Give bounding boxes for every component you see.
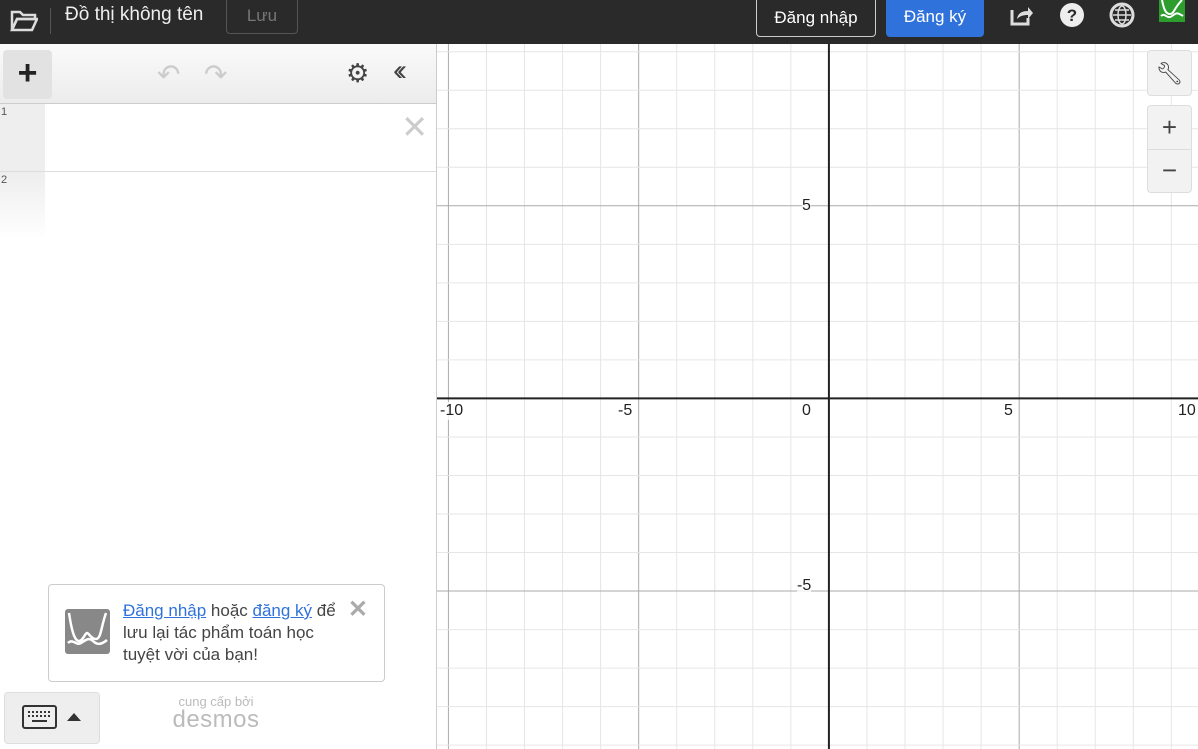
- graph-canvas[interactable]: -10 -5 0 5 10 5 -5 🔧︎ + −: [437, 44, 1198, 749]
- language-icon[interactable]: [1109, 2, 1135, 28]
- help-icon[interactable]: ?: [1059, 2, 1085, 28]
- x-tick-label: 5: [1004, 402, 1013, 420]
- expression-row[interactable]: 2: [0, 172, 436, 240]
- top-bar: Đồ thị không tên Lưu Đăng nhập Đăng ký ?: [0, 0, 1198, 44]
- collapse-panel-icon[interactable]: ‹‹: [393, 54, 401, 88]
- desmos-graph-icon: [65, 609, 110, 654]
- x-tick-label: 0: [802, 402, 811, 420]
- keyboard-toggle-button[interactable]: [4, 692, 100, 744]
- expression-index: 2: [0, 172, 45, 240]
- settings-gear-icon[interactable]: ⚙: [346, 58, 369, 89]
- powered-by[interactable]: cung cấp bởidesmos: [166, 694, 266, 731]
- open-graph-icon[interactable]: [10, 9, 38, 33]
- divider: [50, 8, 51, 34]
- login-button[interactable]: Đăng nhập: [756, 0, 876, 37]
- signup-button[interactable]: Đăng ký: [886, 0, 984, 37]
- undo-icon[interactable]: ↶: [157, 58, 180, 91]
- share-icon[interactable]: [1008, 2, 1034, 28]
- x-tick-label: -5: [618, 402, 632, 420]
- zoom-controls: + −: [1147, 105, 1192, 193]
- expression-toolbar: + ↶ ↷ ⚙ ‹‹: [0, 44, 436, 104]
- delete-expression-icon[interactable]: ✕: [401, 108, 428, 146]
- zoom-out-button[interactable]: −: [1148, 150, 1191, 193]
- signup-link[interactable]: đăng ký: [253, 601, 313, 620]
- desmos-brand: desmos: [166, 709, 266, 731]
- desmos-logo-icon[interactable]: [1159, 0, 1185, 22]
- expression-panel: + ↶ ↷ ⚙ ‹‹ 1 ✕ 2 Đăng nhập hoặc đăng ký …: [0, 44, 437, 749]
- y-tick-label: 5: [802, 197, 811, 215]
- close-toast-icon[interactable]: ✕: [348, 595, 368, 624]
- keyboard-icon: [22, 705, 84, 729]
- save-prompt-toast: Đăng nhập hoặc đăng ký để lưu lại tác ph…: [48, 584, 385, 682]
- x-tick-label: -10: [440, 402, 463, 420]
- y-tick-label: -5: [797, 577, 811, 595]
- wrench-icon: 🔧︎: [1156, 61, 1184, 86]
- redo-icon[interactable]: ↷: [204, 58, 227, 91]
- save-button[interactable]: Lưu: [226, 0, 298, 34]
- svg-text:?: ?: [1067, 6, 1077, 25]
- graph-settings-wrench-button[interactable]: 🔧︎: [1147, 50, 1192, 96]
- save-prompt-text: Đăng nhập hoặc đăng ký để lưu lại tác ph…: [123, 600, 343, 666]
- expression-row[interactable]: 1 ✕: [0, 104, 436, 172]
- login-link[interactable]: Đăng nhập: [123, 601, 206, 620]
- or-text: hoặc: [206, 601, 252, 620]
- expression-index: 1: [0, 104, 45, 171]
- x-tick-label: 10: [1178, 402, 1196, 420]
- add-item-button[interactable]: +: [3, 50, 52, 99]
- zoom-in-button[interactable]: +: [1148, 106, 1191, 150]
- graph-grid: [437, 44, 1198, 749]
- graph-title[interactable]: Đồ thị không tên: [65, 4, 203, 26]
